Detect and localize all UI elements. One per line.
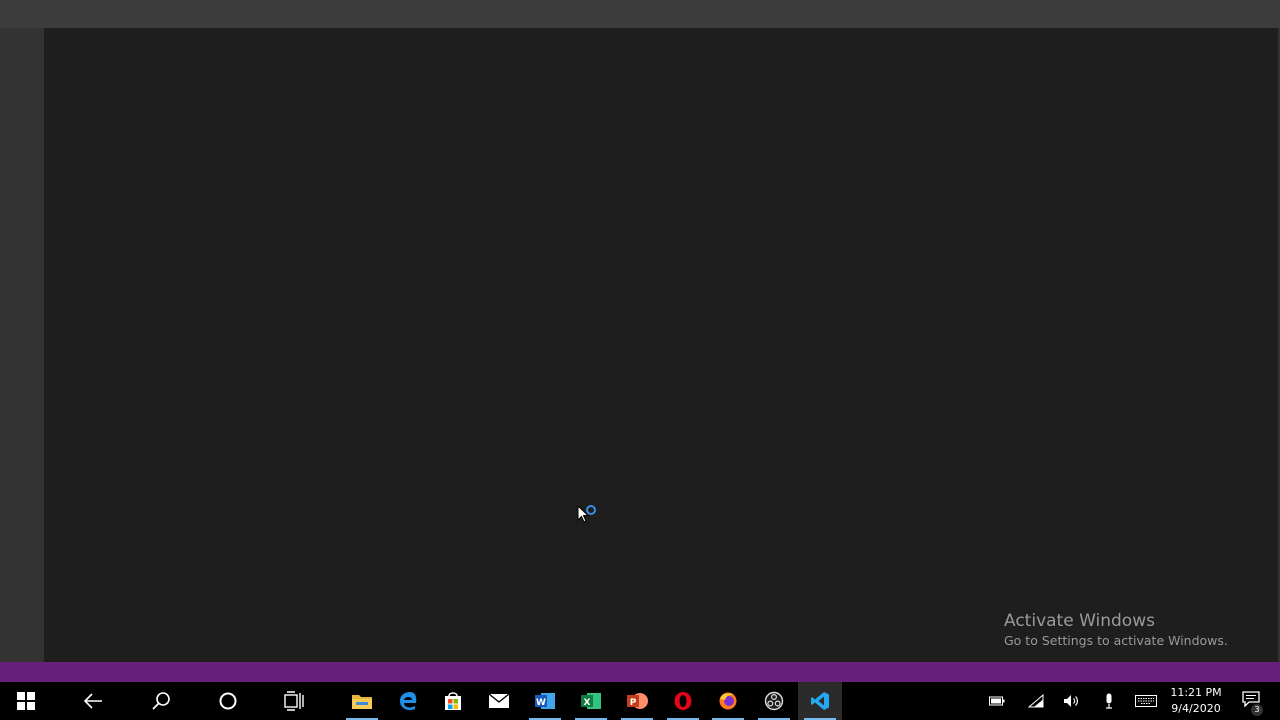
start-icon [17,692,35,710]
svg-text:P: P [630,698,637,708]
activity-bar [0,28,44,662]
taskbar-excel[interactable]: X [569,682,613,720]
status-bar [0,662,1280,682]
svg-text:X: X [584,698,591,708]
store-icon [443,691,463,711]
action-center-button[interactable]: 3 [1236,682,1266,720]
clock-date: 9/4/2020 [1171,702,1221,715]
firefox-icon [718,691,738,711]
obs-icon [764,691,784,711]
volume-icon[interactable] [1058,682,1086,720]
taskbar-powerpoint[interactable]: P [615,682,659,720]
taskbar-mail[interactable] [477,682,521,720]
edge-icon [398,691,418,711]
taskbar-edge[interactable] [386,682,430,720]
powerpoint-icon: P [626,691,648,711]
excel-icon: X [580,691,602,711]
window-title-bar[interactable] [0,0,1280,28]
editor-area[interactable] [44,28,1278,662]
taskbar-word[interactable]: W [523,682,567,720]
wifi-icon[interactable] [1022,682,1050,720]
desktop-screen: Activate Windows Go to Settings to activ… [0,0,1280,720]
taskbar-opera[interactable] [661,682,705,720]
battery-icon[interactable] [983,682,1011,720]
mail-icon [488,693,510,709]
watermark-title: Activate Windows [1004,611,1155,631]
search-button[interactable] [139,682,183,720]
taskbar-store[interactable] [431,682,475,720]
activate-windows-watermark: Activate Windows Go to Settings to activ… [1004,610,1228,650]
cortana-button[interactable] [206,682,250,720]
file-explorer-icon [351,692,373,710]
opera-icon [673,691,693,711]
task-view-button[interactable] [273,682,317,720]
start-button[interactable] [4,682,48,720]
taskbar-file-explorer[interactable] [340,682,384,720]
keyboard-icon[interactable] [1132,682,1160,720]
back-button[interactable] [71,682,115,720]
vscode-icon [810,691,830,711]
taskbar-firefox[interactable] [706,682,750,720]
notification-count-badge: 3 [1251,704,1263,716]
task-view-icon [284,691,306,711]
taskbar-obs[interactable] [752,682,796,720]
system-clock[interactable]: 11:21 PM 9/4/2020 [1164,685,1228,717]
taskbar-vscode[interactable] [798,682,842,720]
microphone-icon[interactable] [1095,682,1123,720]
taskbar: W X P 11:21 PM 9/4/2020 3 [0,682,1280,720]
clock-time: 11:21 PM [1170,686,1222,699]
busy-cursor-icon [577,504,599,525]
word-icon: W [534,691,556,711]
cortana-icon [218,691,238,711]
watermark-subtitle: Go to Settings to activate Windows. [1004,633,1228,648]
svg-text:W: W [536,698,546,708]
search-icon [151,691,171,711]
back-arrow-icon [83,693,103,709]
